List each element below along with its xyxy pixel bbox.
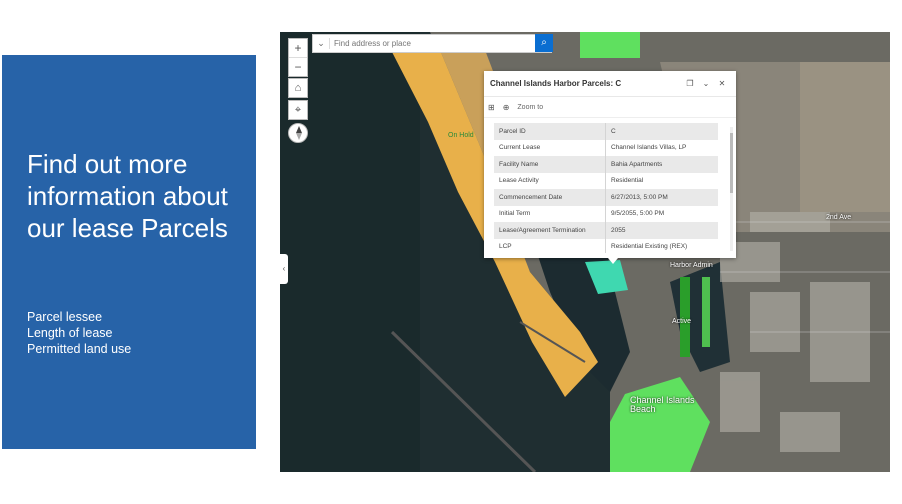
- popup-title: Channel Islands Harbor Parcels: C: [490, 79, 622, 88]
- zoom-control: + −: [288, 38, 308, 77]
- attribute-name: Commencement Date: [494, 189, 606, 206]
- collapse-button[interactable]: ⌄: [698, 79, 714, 88]
- map-label-street: 2nd Ave: [826, 214, 852, 221]
- compass-north-icon: [296, 126, 302, 133]
- zoom-in-button[interactable]: +: [289, 39, 307, 57]
- compass-button[interactable]: [288, 123, 308, 143]
- map-label-channel-islands-beach: Channel Islands Beach: [630, 395, 695, 414]
- zoom-to-icon: ⊕: [502, 102, 510, 112]
- home-button[interactable]: ⌂: [288, 78, 308, 98]
- map-label-harbor-admin: Harbor Admin: [670, 262, 713, 269]
- compass-south-icon: [296, 133, 302, 140]
- chevron-down-icon: ⌄: [317, 38, 325, 48]
- popup-actions: ⊞ ⊕ Zoom to: [484, 97, 736, 118]
- locate-button[interactable]: ⌖: [288, 100, 308, 120]
- slide-panel: Find out more information about our leas…: [2, 55, 256, 449]
- search-input[interactable]: [330, 38, 526, 49]
- collapse-panel-button[interactable]: ‹: [280, 254, 288, 284]
- search-widget: ⌄ ⌕: [312, 34, 553, 53]
- zoom-out-button[interactable]: −: [289, 57, 307, 76]
- attribute-value: 9/5/2055, 5:00 PM: [611, 210, 665, 218]
- table-row: Current Lease Channel Islands Villas, LP: [494, 139, 718, 156]
- attribute-value: Residential: [611, 177, 644, 185]
- attribute-name: LCP: [494, 238, 606, 253]
- attribute-value: Residential Existing (REX): [611, 243, 688, 251]
- attribute-name: Lease Activity: [494, 172, 606, 189]
- feature-popup: Channel Islands Harbor Parcels: C ❐ ⌄ ✕ …: [484, 71, 736, 264]
- attribute-name: Facility Name: [494, 156, 606, 173]
- dock-icon: ❐: [686, 79, 694, 88]
- close-icon: ✕: [718, 79, 726, 88]
- table-row: Lease/Agreement Termination 2055: [494, 222, 718, 239]
- slide-title: Find out more information about our leas…: [27, 149, 228, 243]
- attribute-value: Bahia Apartments: [605, 156, 718, 173]
- attribute-name: Lease/Agreement Termination: [494, 222, 606, 239]
- grid-menu-icon[interactable]: ⊞: [488, 103, 495, 112]
- map-view[interactable]: On Hold Harbor Admin 2nd Ave Active Chan…: [280, 32, 890, 472]
- attribute-name: Initial Term: [494, 205, 606, 222]
- attribute-value: 6/27/2013, 5:00 PM: [605, 189, 718, 206]
- close-button[interactable]: ✕: [714, 79, 730, 88]
- bullet-item: Permitted land use: [27, 342, 132, 356]
- dock-button[interactable]: ❐: [682, 79, 698, 88]
- attribute-table-container: Parcel ID C Current Lease Channel Islands V…: [494, 123, 718, 253]
- search-icon: ⌕: [541, 37, 547, 48]
- popup-header: Channel Islands Harbor Parcels: C ❐ ⌄ ✕: [484, 71, 736, 97]
- search-source-dropdown[interactable]: ⌄: [313, 38, 330, 49]
- attribute-value: C: [605, 123, 718, 140]
- table-row: Parcel ID C: [494, 123, 718, 140]
- scrollbar-thumb[interactable]: [730, 133, 733, 193]
- attribute-name: Current Lease: [494, 139, 606, 156]
- table-row: Commencement Date 6/27/2013, 5:00 PM: [494, 189, 718, 206]
- popup-scrollbar[interactable]: [730, 127, 733, 251]
- chevron-down-icon: ⌄: [702, 79, 710, 88]
- bullet-item: Parcel lessee: [27, 310, 103, 324]
- popup-pointer: [608, 258, 618, 264]
- bullet-item: Length of lease: [27, 326, 113, 340]
- search-button[interactable]: ⌕: [535, 34, 553, 52]
- table-row: Initial Term 9/5/2055, 5:00 PM: [494, 205, 718, 222]
- table-row: Lease Activity Residential: [494, 172, 718, 189]
- table-row: LCP Residential Existing (REX): [494, 238, 718, 253]
- locate-icon: ⌖: [294, 104, 302, 116]
- attribute-value: 2055: [605, 222, 718, 239]
- map-label-active: Active: [672, 318, 692, 325]
- attribute-value: Channel Islands Villas, LP: [611, 144, 687, 152]
- map-label-on-hold: On Hold: [448, 132, 474, 139]
- zoom-to-button[interactable]: Zoom to: [517, 104, 543, 111]
- attribute-name: Parcel ID: [494, 123, 606, 140]
- bullet-list: Parcel lessee Length of lease Permitted …: [27, 309, 131, 357]
- home-icon: ⌂: [294, 82, 302, 94]
- attribute-table: Parcel ID C Current Lease Channel Islands V…: [494, 123, 718, 253]
- table-row: Facility Name Bahia Apartments: [494, 156, 718, 173]
- chevron-left-icon: ‹: [282, 264, 286, 273]
